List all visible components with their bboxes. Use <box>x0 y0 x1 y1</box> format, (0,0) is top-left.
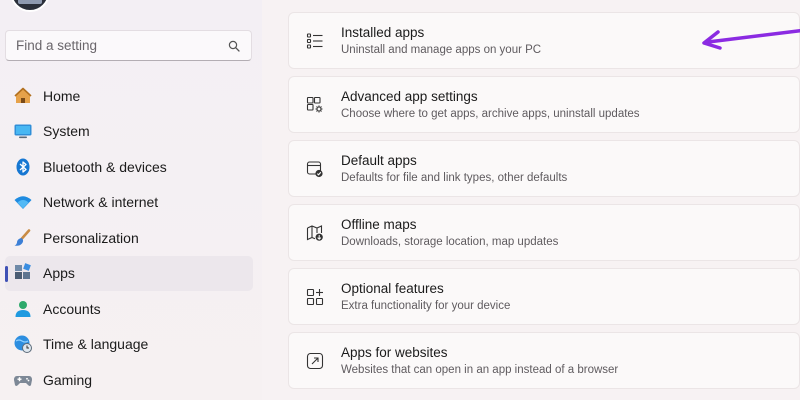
grid-plus-icon <box>305 287 325 307</box>
sidebar-item-label: Accounts <box>43 300 101 317</box>
external-link-icon <box>305 351 325 371</box>
card-subtitle: Choose where to get apps, archive apps, … <box>341 107 640 120</box>
sidebar-item-personalization[interactable]: Personalization <box>5 220 253 256</box>
home-icon <box>13 86 33 106</box>
card-text: Offline maps Downloads, storage location… <box>341 216 558 250</box>
card-title: Default apps <box>341 152 417 168</box>
wifi-icon <box>13 192 33 212</box>
sidebar-item-time-language[interactable]: Time & language <box>5 327 253 363</box>
search-box <box>5 30 252 61</box>
globe-clock-icon <box>13 334 33 354</box>
card-text: Installed apps Uninstall and manage apps… <box>341 24 541 58</box>
card-offline-maps[interactable]: Offline maps Downloads, storage location… <box>288 204 800 261</box>
card-title: Optional features <box>341 280 444 296</box>
sidebar-item-label: Home <box>43 87 81 104</box>
sidebar-item-label: Apps <box>43 265 75 282</box>
sidebar-item-label: Network & internet <box>43 194 159 211</box>
card-text: Default apps Defaults for file and link … <box>341 152 567 186</box>
card-text: Apps for websites Websites that can open… <box>341 344 618 378</box>
search-input[interactable] <box>16 38 227 53</box>
map-download-icon <box>305 223 325 243</box>
sidebar-item-apps[interactable]: Apps <box>5 255 253 291</box>
card-subtitle: Downloads, storage location, map updates <box>341 235 559 248</box>
card-text: Optional features Extra functionality fo… <box>341 280 510 314</box>
card-optional-features[interactable]: Optional features Extra functionality fo… <box>288 268 800 325</box>
sidebar-item-home[interactable]: Home <box>5 78 253 114</box>
sidebar-item-label: System <box>43 123 90 140</box>
card-title: Installed apps <box>341 24 425 40</box>
brush-icon <box>13 228 33 248</box>
sidebar-item-network[interactable]: Network & internet <box>5 185 253 221</box>
card-default-apps[interactable]: Default apps Defaults for file and link … <box>288 140 800 197</box>
card-subtitle: Defaults for file and link types, other … <box>341 171 568 184</box>
app-gear-icon <box>305 95 325 115</box>
card-text: Advanced app settings Choose where to ge… <box>341 88 640 122</box>
card-subtitle: Uninstall and manage apps on your PC <box>341 43 542 56</box>
bluetooth-icon <box>13 157 33 177</box>
card-title: Offline maps <box>341 216 417 232</box>
sidebar: Home System Bluetooth & devices Network … <box>0 0 262 400</box>
card-title: Advanced app settings <box>341 88 478 104</box>
card-subtitle: Websites that can open in an app instead… <box>341 363 619 376</box>
apps-page: Installed apps Uninstall and manage apps… <box>288 0 800 400</box>
card-title: Apps for websites <box>341 344 448 360</box>
sidebar-item-label: Bluetooth & devices <box>43 158 167 175</box>
list-icon <box>305 31 325 51</box>
sidebar-item-system[interactable]: System <box>5 114 253 150</box>
settings-window: Home System Bluetooth & devices Network … <box>0 0 800 400</box>
monitor-icon <box>13 121 33 141</box>
sidebar-item-label: Gaming <box>43 371 93 388</box>
sidebar-item-accounts[interactable]: Accounts <box>5 291 253 327</box>
card-subtitle: Extra functionality for your device <box>341 299 511 312</box>
sidebar-item-bluetooth[interactable]: Bluetooth & devices <box>5 149 253 185</box>
card-apps-for-websites[interactable]: Apps for websites Websites that can open… <box>288 332 800 389</box>
person-icon <box>13 299 33 319</box>
gamepad-icon <box>13 370 33 390</box>
window-check-icon <box>305 159 325 179</box>
sidebar-item-label: Time & language <box>43 336 149 353</box>
card-advanced-app-settings[interactable]: Advanced app settings Choose where to ge… <box>288 76 800 133</box>
annotation-arrow-icon <box>702 28 800 50</box>
sidebar-item-label: Personalization <box>43 229 139 246</box>
apps-icon <box>13 263 33 283</box>
sidebar-nav: Home System Bluetooth & devices Network … <box>5 78 253 398</box>
sidebar-item-gaming[interactable]: Gaming <box>5 362 253 398</box>
search-icon[interactable] <box>227 39 241 53</box>
avatar[interactable] <box>10 0 50 12</box>
